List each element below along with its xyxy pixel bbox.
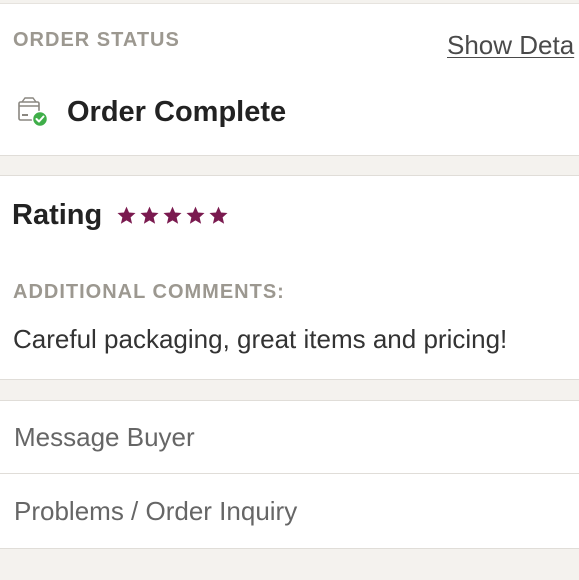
order-detail-page: ORDER STATUS Show Deta Order Complete Ra… (0, 0, 579, 580)
rating-row: Rating (12, 195, 229, 235)
order-inquiry-label: Problems / Order Inquiry (14, 495, 298, 526)
star-icon (209, 206, 228, 224)
star-icon (163, 206, 182, 224)
order-inquiry-button[interactable]: Problems / Order Inquiry (0, 474, 579, 548)
bottom-band (0, 548, 579, 580)
order-status-label: ORDER STATUS (13, 29, 180, 51)
order-status-text: Order Complete (67, 95, 287, 128)
star-icon (117, 206, 136, 224)
show-details-link[interactable]: Show Deta (447, 30, 574, 61)
additional-comments-label: ADDITIONAL COMMENTS: (13, 281, 285, 303)
message-buyer-label: Message Buyer (14, 421, 195, 452)
top-divider (0, 0, 579, 4)
star-icon (140, 206, 159, 224)
order-status-row: Order Complete (17, 92, 286, 132)
section-separator (0, 155, 579, 176)
additional-comments-text: Careful packaging, great items and prici… (13, 324, 508, 354)
rating-stars (116, 205, 229, 226)
message-buyer-button[interactable]: Message Buyer (0, 401, 579, 473)
star-icon (186, 206, 205, 224)
rating-label: Rating (12, 198, 103, 231)
package-complete-icon (17, 96, 51, 128)
section-separator (0, 379, 579, 401)
